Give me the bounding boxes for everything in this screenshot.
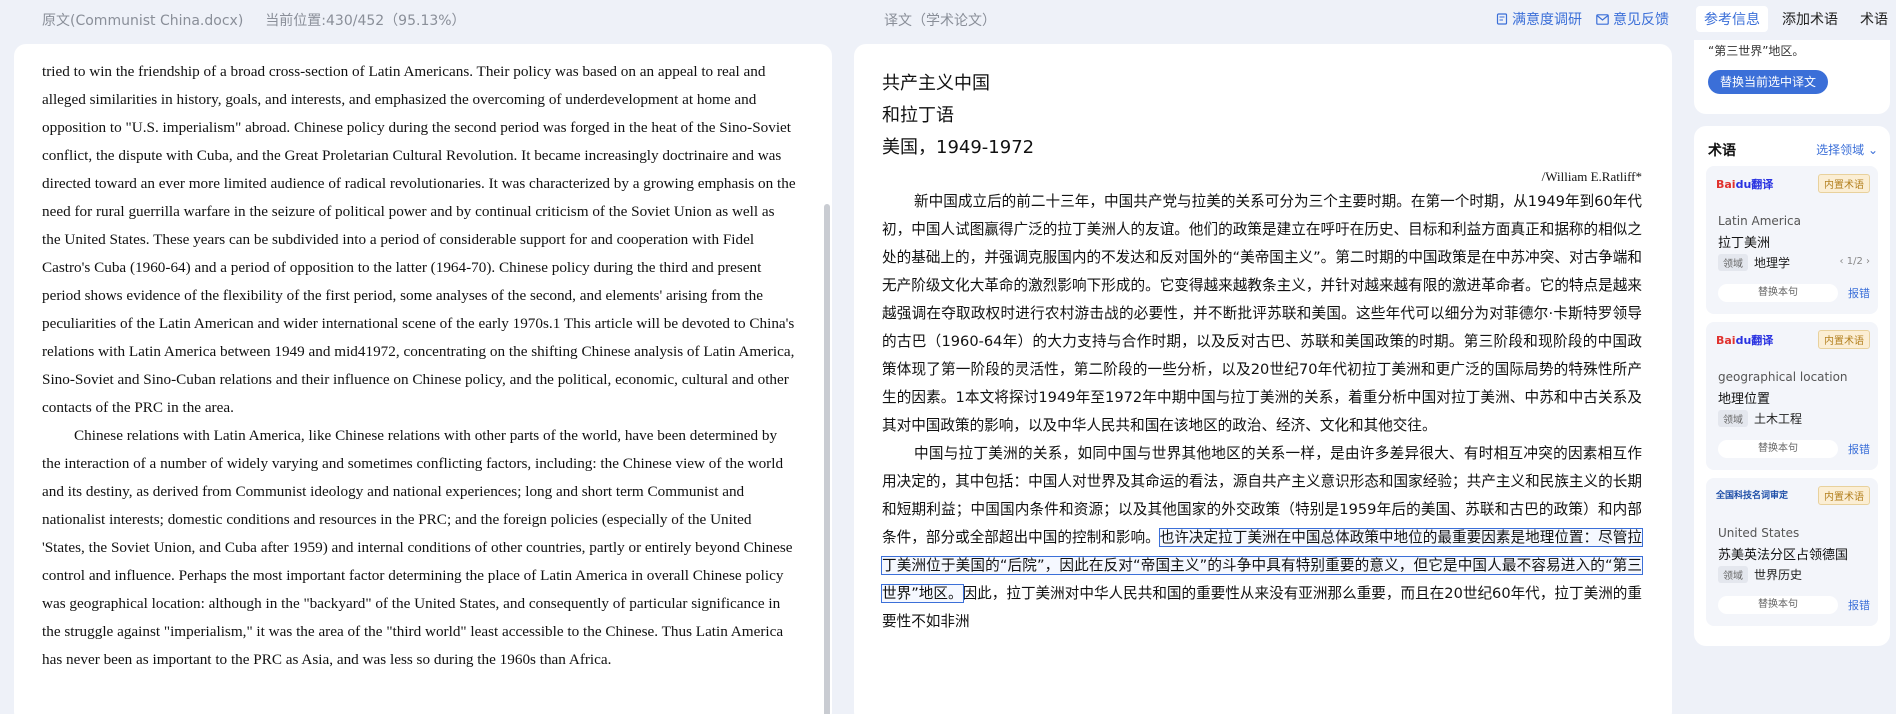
source-scrollbar[interactable]: [824, 204, 830, 714]
target-header-title: 译文（学术论文）: [884, 13, 996, 29]
term-source: United States: [1718, 526, 1800, 540]
domain-tag: 领域: [1718, 566, 1748, 583]
baidu-logo-icon: Baidu翻译: [1716, 178, 1774, 191]
feedback-label: 意见反馈: [1613, 12, 1669, 28]
target-title-line: 和拉丁语: [882, 105, 954, 126]
replace-sentence-button[interactable]: 替换本句: [1718, 596, 1838, 614]
source-document: tried to win the friendship of a broad c…: [14, 44, 832, 674]
target-document: 共产主义中国 和拉丁语 美国，1949-1972 /William E.Ratl…: [854, 44, 1672, 636]
term-target: 地理位置: [1718, 392, 1771, 407]
tab-terms[interactable]: 术语: [1852, 6, 1896, 32]
domain-select-label: 选择领域: [1816, 143, 1865, 157]
term-target: 拉丁美洲: [1718, 236, 1771, 251]
term-domain: 领域 土木工程: [1718, 410, 1802, 427]
replace-selection-button[interactable]: 替换当前选中译文: [1708, 70, 1829, 94]
replace-sentence-button[interactable]: 替换本句: [1718, 440, 1838, 458]
tab-reference-info[interactable]: 参考信息: [1696, 6, 1768, 32]
term-card: Baidu翻译 内置术语 Latin America 拉丁美洲 领域 地理学 ‹ …: [1706, 166, 1878, 314]
domain-value: 世界历史: [1754, 568, 1803, 582]
reference-tail-text: “第三世界”地区。: [1708, 44, 1805, 58]
tab-add-term[interactable]: 添加术语: [1774, 6, 1846, 32]
target-title-line: 美国，1949-1972: [882, 137, 1035, 158]
source-header: 原文(Communist China.docx) 当前位置:430/452（95…: [42, 10, 466, 30]
survey-link[interactable]: 满意度调研: [1496, 9, 1582, 29]
terminology-heading: 术语: [1708, 143, 1736, 159]
term-source: Latin America: [1718, 214, 1801, 228]
domain-tag: 领域: [1718, 410, 1748, 427]
source-paragraph: Chinese relations with Latin America, li…: [42, 427, 793, 668]
header-links: 满意度调研 意见反馈: [1496, 8, 1669, 30]
target-paragraph: 新中国成立后的前二十三年，中国共产党与拉美的关系可分为三个主要时期。在第一个时期…: [882, 193, 1642, 434]
term-source: geographical location: [1718, 370, 1848, 384]
term-domain: 领域 世界历史: [1718, 566, 1802, 583]
domain-select[interactable]: 选择领域 ⌄: [1816, 141, 1878, 158]
target-title-line: 共产主义中国: [882, 73, 990, 94]
builtin-term-badge: 内置术语: [1818, 174, 1870, 193]
builtin-term-badge: 内置术语: [1818, 330, 1870, 349]
report-error-link[interactable]: 报错: [1848, 441, 1870, 457]
builtin-term-badge: 内置术语: [1818, 486, 1870, 505]
target-author: /William E.Ratliff*: [1541, 169, 1642, 184]
domain-value: 地理学: [1754, 256, 1791, 270]
target-sentence[interactable]: 因此，拉丁美洲对中华人民共和国的重要性从来没有亚洲那么重要，而且在20世纪60年…: [882, 585, 1642, 630]
target-paragraph: 中国与拉丁美洲的关系，如同中国与世界其他地区的关系一样，是由许多差异很大、有时相…: [881, 440, 1643, 636]
reference-card: “第三世界”地区。 替换当前选中译文: [1694, 40, 1890, 114]
source-paragraph: tried to win the friendship of a broad c…: [42, 63, 796, 416]
term-card: 全国科技名词审定 内置术语 United States 苏美英法分区占领德国 领…: [1706, 478, 1878, 626]
term-pager[interactable]: ‹ 1/2 ›: [1840, 256, 1870, 267]
position-indicator: 当前位置:430/452（95.13%）: [265, 13, 466, 29]
term-card: Baidu翻译 内置术语 geographical location 地理位置 …: [1706, 322, 1878, 470]
domain-tag: 领域: [1718, 254, 1748, 271]
baidu-logo-icon: Baidu翻译: [1716, 334, 1774, 347]
terminology-panel: 术语 选择领域 ⌄ Baidu翻译 内置术语 Latin America 拉丁美…: [1694, 126, 1890, 646]
replace-sentence-button[interactable]: 替换本句: [1718, 284, 1838, 302]
term-domain: 领域 地理学: [1718, 254, 1790, 271]
pager-text: 1/2: [1846, 256, 1863, 267]
survey-icon: [1496, 13, 1508, 25]
cnterm-logo-icon: 全国科技名词审定: [1716, 491, 1789, 501]
reference-tabs: 参考信息 添加术语 术语: [1696, 6, 1896, 32]
target-panel[interactable]: 共产主义中国 和拉丁语 美国，1949-1972 /William E.Ratl…: [854, 44, 1672, 714]
chevron-down-icon: ⌄: [1867, 143, 1878, 157]
source-file-title: 原文(Communist China.docx): [42, 13, 244, 29]
survey-label: 满意度调研: [1512, 12, 1582, 28]
term-target: 苏美英法分区占领德国: [1718, 548, 1849, 563]
domain-value: 土木工程: [1754, 412, 1803, 426]
source-panel[interactable]: tried to win the friendship of a broad c…: [14, 44, 832, 714]
report-error-link[interactable]: 报错: [1848, 285, 1870, 301]
report-error-link[interactable]: 报错: [1848, 597, 1870, 613]
mail-icon: [1596, 13, 1609, 25]
feedback-link[interactable]: 意见反馈: [1596, 9, 1669, 29]
